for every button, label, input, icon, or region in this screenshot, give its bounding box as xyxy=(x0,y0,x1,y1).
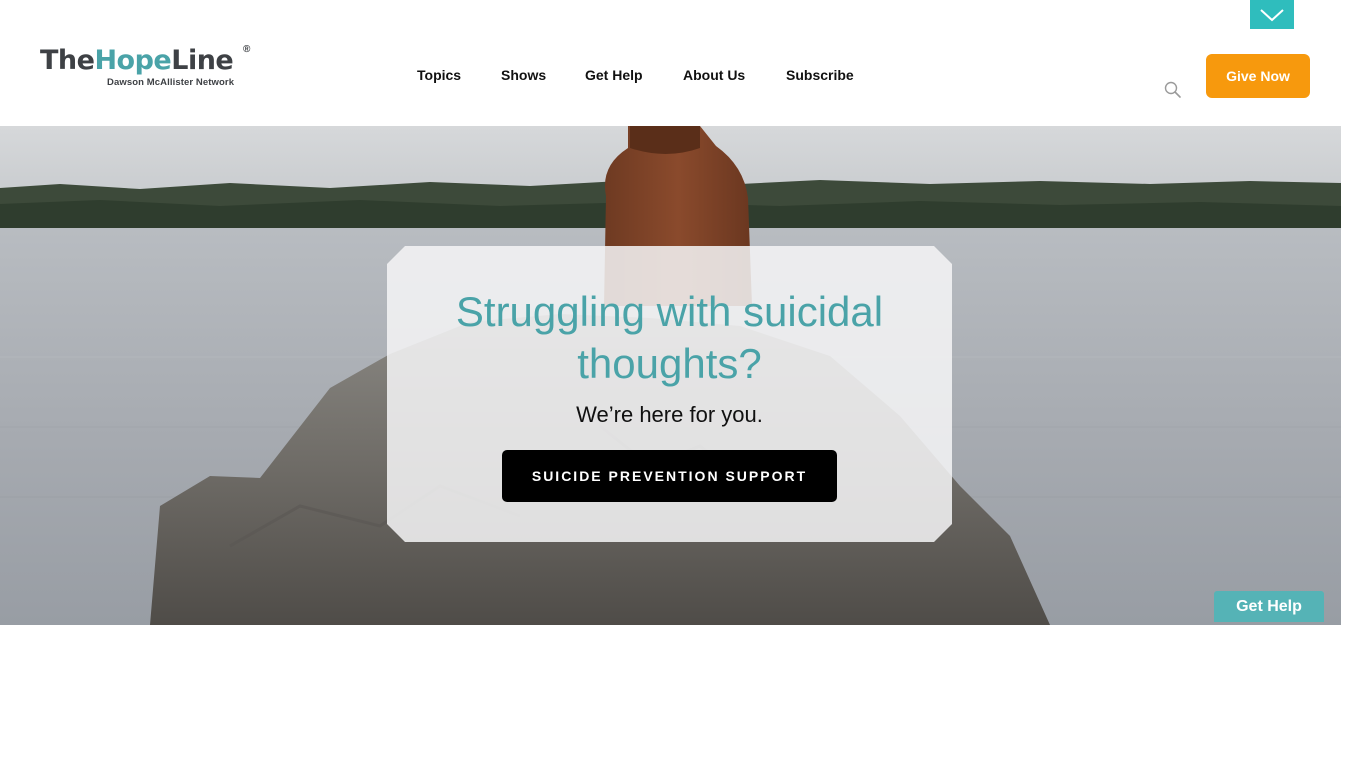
logo-line: Line xyxy=(171,45,234,76)
nav-get-help[interactable]: Get Help xyxy=(585,66,643,84)
hero-subtitle: We’re here for you. xyxy=(576,402,763,427)
floating-get-help-button[interactable]: Get Help xyxy=(1214,591,1324,622)
hero-banner: Struggling with suicidal thoughts? We’re… xyxy=(0,126,1341,625)
nav-subscribe[interactable]: Subscribe xyxy=(786,66,854,84)
hero-card: Struggling with suicidal thoughts? We’re… xyxy=(387,246,952,542)
site-logo[interactable]: TheHopeLine ® Dawson McAllister Network xyxy=(40,44,260,94)
chevron-down-icon xyxy=(1260,8,1284,21)
hero-title: Struggling with suicidal thoughts? xyxy=(455,288,884,387)
registered-mark: ® xyxy=(243,44,251,55)
nav-about-us[interactable]: About Us xyxy=(683,66,745,84)
site-header: TheHopeLine ® Dawson McAllister Network … xyxy=(0,0,1341,126)
logo-tagline: Dawson McAllister Network xyxy=(107,77,235,88)
logo-hope: Hope xyxy=(94,45,172,76)
logo-wordmark: TheHopeLine xyxy=(40,44,260,78)
give-now-button[interactable]: Give Now xyxy=(1206,54,1310,98)
logo-the: The xyxy=(40,45,95,76)
nav-shows[interactable]: Shows xyxy=(501,66,546,84)
header-toggle-tab[interactable] xyxy=(1250,0,1294,29)
suicide-prevention-support-button[interactable]: SUICIDE PREVENTION SUPPORT xyxy=(502,450,837,502)
search-icon[interactable] xyxy=(1163,80,1183,100)
nav-topics[interactable]: Topics xyxy=(417,66,461,84)
